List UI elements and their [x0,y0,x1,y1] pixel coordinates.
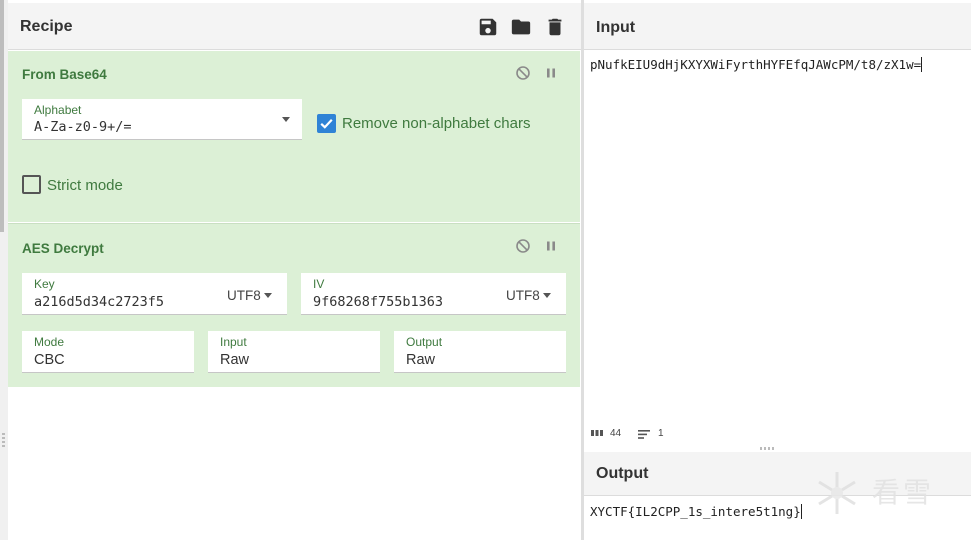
key-encoding-value: UTF8 [227,288,261,303]
length-icon [591,430,603,436]
key-encoding-dropdown[interactable]: UTF8 [227,288,272,303]
output-title: Output [596,465,649,482]
output-textarea[interactable]: XYCTF{IL2CPP_1s_intere5t1ng} [590,504,802,519]
iv-input[interactable]: 9f68268f755b1363 [313,294,443,310]
recipe-title: Recipe [20,18,73,35]
pause-operation-icon[interactable] [543,238,559,254]
remove-non-alphabet-label[interactable]: Remove non-alphabet chars [342,115,530,132]
operation-title: AES Decrypt [22,241,104,256]
input-text: pNufkEIU9dHjKXYXWiFyrthHYFEfqJAWcPM/t8/z… [590,57,922,72]
pane-resize-grip[interactable] [2,433,5,447]
iv-encoding-value: UTF8 [506,288,540,303]
key-field[interactable]: Key a216d5d34c2723f5 UTF8 [22,273,287,315]
save-icon[interactable] [477,16,499,38]
operation-title: From Base64 [22,67,107,82]
text-cursor [921,57,923,72]
snowflake-icon [818,472,856,514]
output-format-select[interactable]: Output Raw [394,331,566,373]
io-resize-grip[interactable] [760,447,774,450]
output-format-label: Output [406,335,443,349]
operation-aes-decrypt[interactable]: AES Decrypt Key a216d5d34c2723f5 UTF8 IV… [8,223,580,387]
alphabet-value: A-Za-z0-9+/= [34,119,132,135]
text-cursor [800,504,802,519]
pause-operation-icon[interactable] [543,65,559,81]
iv-field[interactable]: IV 9f68268f755b1363 UTF8 [301,273,566,315]
input-title: Input [596,19,636,36]
key-input[interactable]: a216d5d34c2723f5 [34,294,164,310]
trash-icon[interactable] [544,16,566,38]
input-length: 44 [610,428,622,439]
mode-value: CBC [34,352,65,368]
chevron-down-icon [542,293,551,298]
remove-non-alphabet-checkbox[interactable] [317,114,336,133]
recipe-header: Recipe [8,3,581,50]
alphabet-label: Alphabet [34,103,82,117]
strict-mode-checkbox[interactable] [22,175,41,194]
input-textarea[interactable]: pNufkEIU9dHjKXYXWiFyrthHYFEfqJAWcPM/t8/z… [590,57,923,72]
chevron-down-icon[interactable] [282,117,290,122]
watermark-logo: 看雪 [812,468,962,518]
key-label: Key [34,277,55,291]
operation-from-base64[interactable]: From Base64 Alphabet A-Za-z0-9+/= Remove… [8,51,580,222]
input-lines: 1 [658,428,664,439]
lines-icon [638,430,650,439]
input-format-value: Raw [220,352,250,368]
output-format-value: Raw [406,352,436,368]
disable-operation-icon[interactable] [515,65,531,81]
output-text: XYCTF{IL2CPP_1s_intere5t1ng} [590,504,801,519]
alphabet-select[interactable]: Alphabet A-Za-z0-9+/= [22,99,302,140]
input-format-select[interactable]: Input Raw [208,331,380,373]
mode-select[interactable]: Mode CBC [22,331,194,373]
disable-operation-icon[interactable] [515,238,531,254]
folder-icon[interactable] [510,16,532,38]
chevron-down-icon [263,293,272,298]
watermark-text: 看雪 [872,477,935,508]
strict-mode-label[interactable]: Strict mode [47,177,123,194]
left-pane-scroll-indicator [0,0,4,232]
input-header: Input [584,3,971,50]
iv-label: IV [313,277,325,291]
input-status-bar: 44 1 [584,425,971,444]
recipe-pane: Recipe From Base64 Alphabet A-Za-z0-9+/=… [0,0,581,540]
iv-encoding-dropdown[interactable]: UTF8 [506,288,551,303]
input-format-label: Input [220,335,247,349]
mode-label: Mode [34,335,65,349]
